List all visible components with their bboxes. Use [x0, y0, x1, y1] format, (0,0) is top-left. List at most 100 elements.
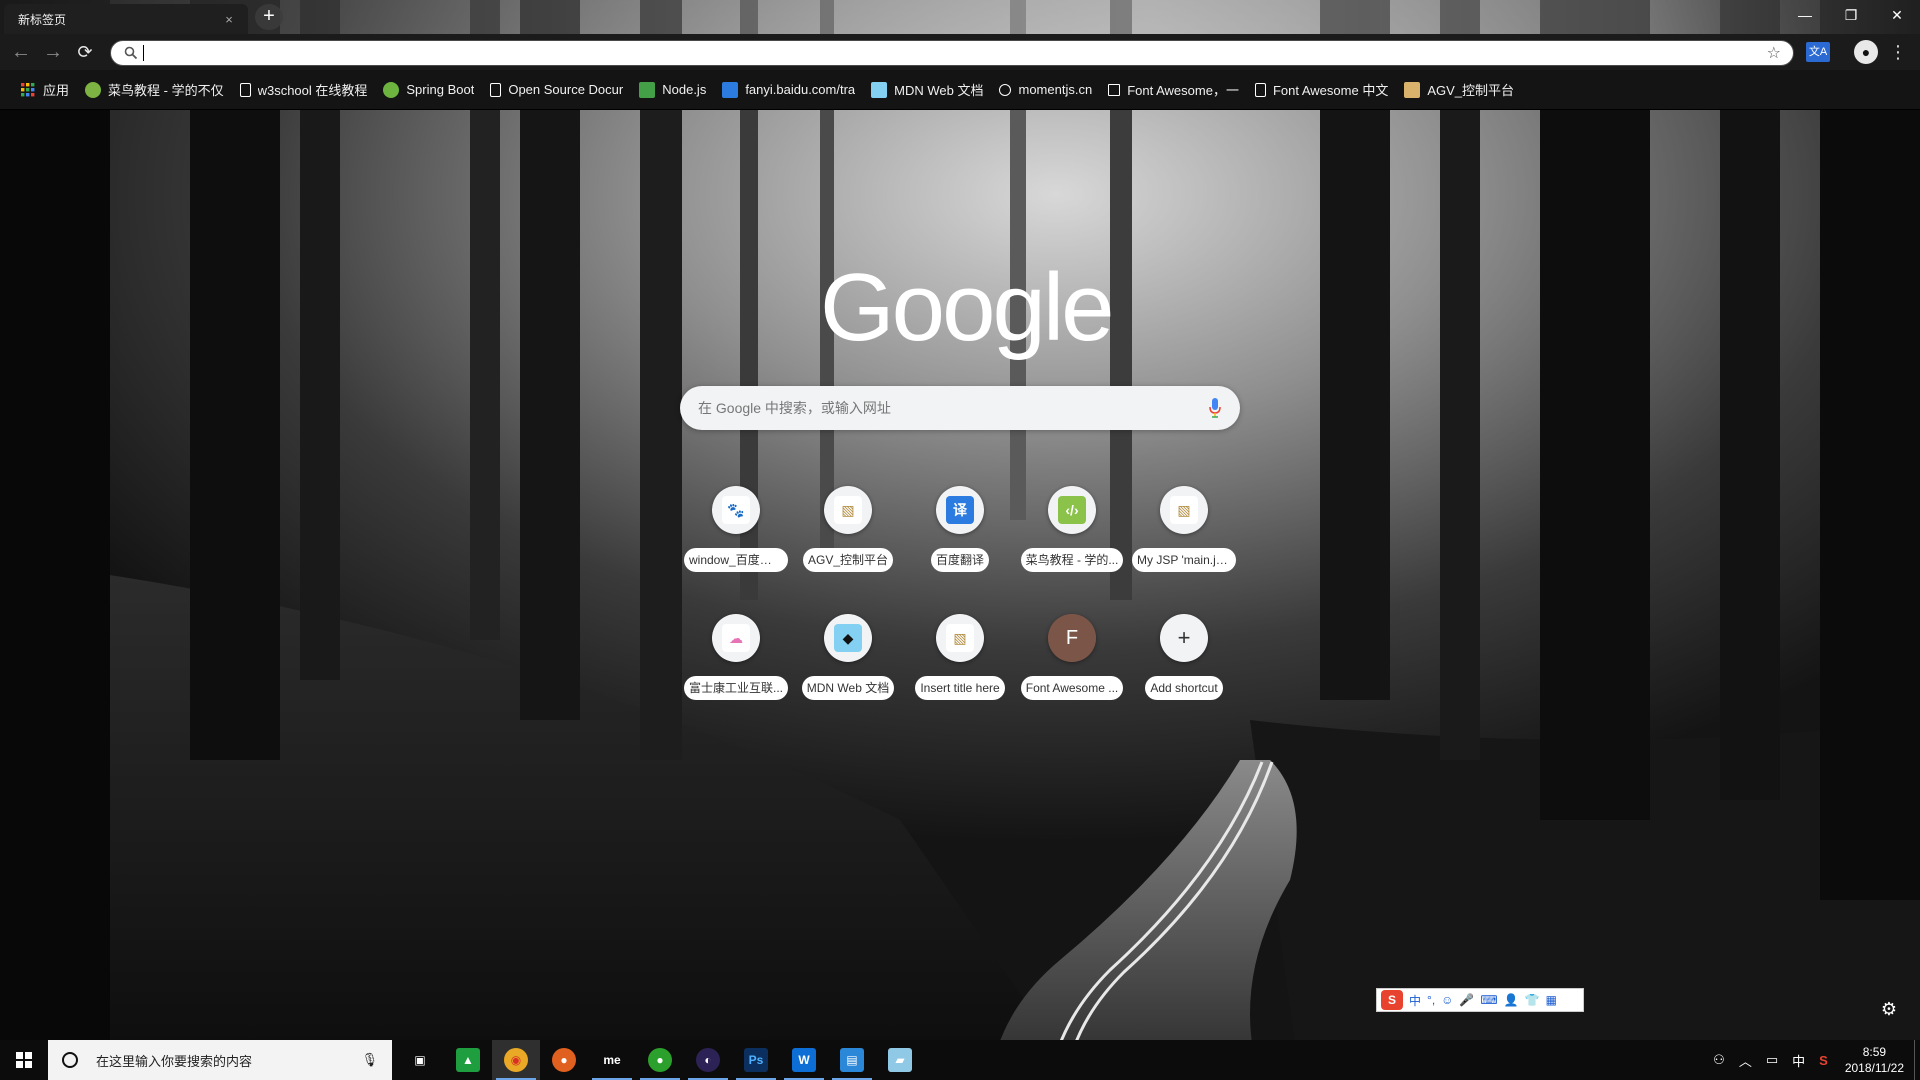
bookmark-item[interactable]: AGV_控制平台	[1396, 77, 1522, 103]
ntp-search-input[interactable]	[698, 400, 1208, 416]
taskbar-app[interactable]: me	[588, 1040, 636, 1080]
spring-leaf-icon	[383, 81, 400, 98]
taskbar-app[interactable]: ●	[540, 1040, 588, 1080]
sogou-tray-icon[interactable]: S	[1812, 1053, 1835, 1068]
microphone-icon[interactable]: 🎙	[361, 1052, 378, 1068]
taskbar-search-box[interactable]: 在这里输入你要搜索的内容 🎙	[48, 1040, 392, 1080]
bookmark-item[interactable]: 应用	[12, 77, 77, 103]
new-tab-button[interactable]: +	[255, 4, 283, 30]
bookmark-label: MDN Web 文档	[894, 83, 984, 98]
baidu-paw-icon: 🐾	[712, 486, 760, 534]
address-bar[interactable]: ☆	[110, 40, 1794, 66]
shortcut-tile[interactable]: ☁ 富士康工业互联...	[680, 608, 792, 712]
maximize-button[interactable]: ❐	[1828, 0, 1874, 30]
bookmark-item[interactable]: Open Source Docur	[482, 77, 631, 103]
tray-chevron-icon[interactable]: ︿	[1732, 1051, 1759, 1070]
address-input[interactable]	[144, 45, 1767, 61]
ime-tool-icon[interactable]: 🎤	[1459, 993, 1474, 1007]
close-button[interactable]: ✕	[1874, 0, 1920, 30]
ntp-search-box[interactable]	[680, 386, 1240, 430]
bookmark-label: Font Awesome 中文	[1272, 83, 1389, 98]
me-app-icon: me	[603, 1053, 621, 1067]
chrome-menu-icon[interactable]: ⋮	[1888, 39, 1908, 65]
new-tab-page: Google 🐾window_百度搜索▧AGV_控制平台译百度翻译‹/›菜鸟教程…	[0, 110, 1920, 1040]
shortcut-tiles: 🐾 window_百度搜索 ▧ AGV_控制平台译百度翻译 ‹/› 菜鸟教程 - 学的..…	[680, 480, 1240, 736]
bookmark-label: AGV_控制平台	[1427, 83, 1515, 98]
taskbar-apps: ▣ ▲ ◉ ● me ● ◐ Ps W ▤ ▰	[396, 1040, 924, 1080]
google-logo: Google	[820, 254, 1115, 361]
sogou-logo-icon[interactable]: S	[1381, 990, 1403, 1010]
shortcut-tile[interactable]: 译百度翻译	[904, 480, 1016, 584]
ime-tool-icon[interactable]: ⌨	[1480, 993, 1497, 1007]
cloud-icon-glyph: ☁	[722, 624, 750, 652]
flag-icon	[1108, 83, 1121, 96]
ime-tool-icon[interactable]: 中	[1409, 992, 1421, 1009]
profile-avatar-icon[interactable]: ●	[1854, 40, 1878, 64]
add-shortcut-tile[interactable]: + Add shortcut	[1128, 608, 1240, 712]
ime-tool-icon[interactable]: °,	[1427, 993, 1435, 1007]
tab-close-icon[interactable]: ×	[222, 12, 236, 27]
bookmark-item[interactable]: Node.js	[631, 77, 714, 103]
people-icon[interactable]: ⚇	[1706, 1052, 1732, 1068]
bookmark-item[interactable]: fanyi.baidu.com/tra	[714, 77, 863, 103]
bookmark-star-icon[interactable]: ☆	[1767, 43, 1781, 63]
apps-grid-icon	[20, 82, 36, 98]
bookmark-item[interactable]: Font Awesome 中文	[1247, 77, 1396, 103]
input-language[interactable]: 中	[1785, 1051, 1812, 1070]
mdn-icon-glyph: ◆	[834, 624, 862, 652]
taskbar-app[interactable]: Ps	[732, 1040, 780, 1080]
taskbar-app[interactable]: W	[780, 1040, 828, 1080]
shortcut-row-1: 🐾 window_百度搜索 ▧ AGV_控制平台译百度翻译 ‹/› 菜鸟教程 - 学的..…	[680, 480, 1240, 584]
clock[interactable]: 8:59 2018/11/22	[1835, 1044, 1914, 1076]
bookmark-item[interactable]: w3school 在线教程	[232, 77, 376, 103]
forward-button[interactable]: →	[40, 39, 66, 65]
taskbar-app[interactable]: ▲	[444, 1040, 492, 1080]
image-icon	[1404, 81, 1421, 98]
runoob-icon-glyph: ‹/›	[1058, 496, 1086, 524]
bookmark-item[interactable]: MDN Web 文档	[863, 77, 991, 103]
bookmark-label: fanyi.baidu.com/tra	[745, 82, 856, 97]
ime-tool-icon[interactable]: 👕	[1525, 993, 1540, 1007]
shortcut-tile[interactable]: ‹/› 菜鸟教程 - 学的...	[1016, 480, 1128, 584]
bookmark-item[interactable]: Font Awesome，一	[1100, 77, 1247, 103]
shortcut-label: Add shortcut	[1145, 676, 1223, 700]
image-icon-glyph: ▧	[834, 496, 862, 524]
taskbar-app[interactable]: ◐	[684, 1040, 732, 1080]
taskbar-app[interactable]: ◉	[492, 1040, 540, 1080]
bookmark-item[interactable]: Spring Boot	[375, 77, 482, 103]
tab-new-tab[interactable]: 新标签页 ×	[4, 4, 248, 34]
network-icon[interactable]: ▭	[1759, 1052, 1785, 1068]
taskbar-app[interactable]: ▣	[396, 1040, 444, 1080]
shortcut-tile[interactable]: ▧ Insert title here	[904, 608, 1016, 712]
shortcut-tile[interactable]: 🐾 window_百度搜索	[680, 480, 792, 584]
shortcut-tile[interactable]: ▧ My JSP 'main.js...	[1128, 480, 1240, 584]
shortcut-tile[interactable]: ▧ AGV_控制平台	[792, 480, 904, 584]
reload-button[interactable]: ⟳	[72, 39, 98, 65]
shortcut-label: 富士康工业互联...	[684, 676, 788, 700]
mdn-icon	[871, 81, 888, 98]
customize-gear-icon[interactable]: ⚙	[1878, 998, 1900, 1020]
plus-icon-glyph: +	[1170, 624, 1198, 652]
page-icon	[1254, 82, 1266, 97]
microphone-icon[interactable]	[1208, 397, 1222, 419]
shortcut-tile[interactable]: F Font Awesome ...	[1016, 608, 1128, 712]
start-button[interactable]	[0, 1040, 48, 1080]
bookmark-item[interactable]: 菜鸟教程 - 学的不仅	[77, 77, 232, 103]
ime-tool-icon[interactable]: ☺	[1441, 993, 1453, 1007]
minimize-button[interactable]: —	[1782, 0, 1828, 30]
bookmark-item[interactable]: momentjs.cn	[991, 77, 1100, 103]
tab-title: 新标签页	[18, 12, 67, 27]
back-button[interactable]: ←	[8, 39, 34, 65]
taskbar-app[interactable]: ▰	[876, 1040, 924, 1080]
show-desktop-button[interactable]	[1914, 1040, 1920, 1080]
clock-time: 8:59	[1862, 1045, 1887, 1059]
taskbar-app[interactable]: ▤	[828, 1040, 876, 1080]
ime-tool-icon[interactable]: 👤	[1504, 993, 1519, 1007]
translate-extension-icon[interactable]: 文A	[1806, 42, 1830, 62]
bookmark-label: Node.js	[662, 82, 707, 97]
shortcut-tile[interactable]: ◆ MDN Web 文档	[792, 608, 904, 712]
taskbar-app[interactable]: ●	[636, 1040, 684, 1080]
bookmark-label: 应用	[43, 83, 70, 98]
ime-tool-icon[interactable]: ▦	[1546, 993, 1557, 1007]
baidu-translate-icon: 译	[936, 486, 984, 534]
